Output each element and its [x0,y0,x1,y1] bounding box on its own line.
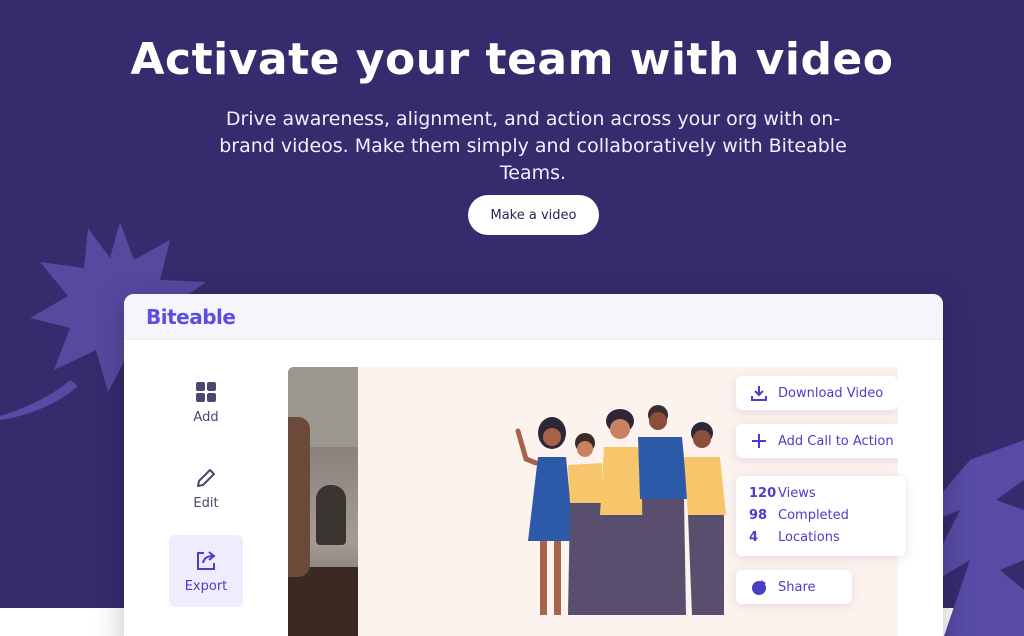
make-video-button[interactable]: Make a video [468,195,599,235]
video-thumbnail-photo [288,367,358,636]
hero-subtitle: Drive awareness, alignment, and action a… [219,108,847,184]
stat-value: 120 [749,485,777,501]
hero-title: Activate your team with video [130,34,894,85]
tool-edit-button[interactable]: Edit [169,452,243,524]
stat-value: 98 [749,507,768,523]
brand-logo: Biteable [146,304,236,329]
share-button[interactable]: Share [736,570,852,604]
stat-label: Views [778,485,816,501]
app-preview-card: Biteable Add Edit Export Download Video … [124,294,943,636]
app-header: Biteable [124,294,943,340]
stat-row: 4 Locations [749,526,906,548]
share-label: Share [778,579,816,595]
stat-row: 120 Views [749,482,906,504]
tool-add-button[interactable]: Add [169,366,243,438]
pencil-icon [197,468,215,487]
stat-label: Locations [778,529,840,545]
video-stats-panel: 120 Views 98 Completed 4 Locations [736,476,906,556]
tool-label: Export [184,578,228,594]
team-illustration [515,405,726,615]
tool-export-button[interactable]: Export [169,535,243,607]
download-video-button[interactable]: Download Video [736,376,898,410]
call-to-action-label: Add Call to Action [778,433,894,449]
stat-label: Completed [778,507,849,523]
tool-label: Add [193,409,219,425]
brush-stroke-decoration [0,380,78,420]
share-icon [752,580,766,595]
grid-icon [196,381,216,402]
stat-value: 4 [749,529,759,545]
add-call-to-action-button[interactable]: Add Call to Action [736,424,898,458]
download-icon [751,386,767,401]
export-icon [197,550,216,570]
tool-label: Edit [193,495,219,511]
plus-icon [752,434,766,448]
stat-row: 98 Completed [749,504,906,526]
download-video-label: Download Video [778,385,884,401]
